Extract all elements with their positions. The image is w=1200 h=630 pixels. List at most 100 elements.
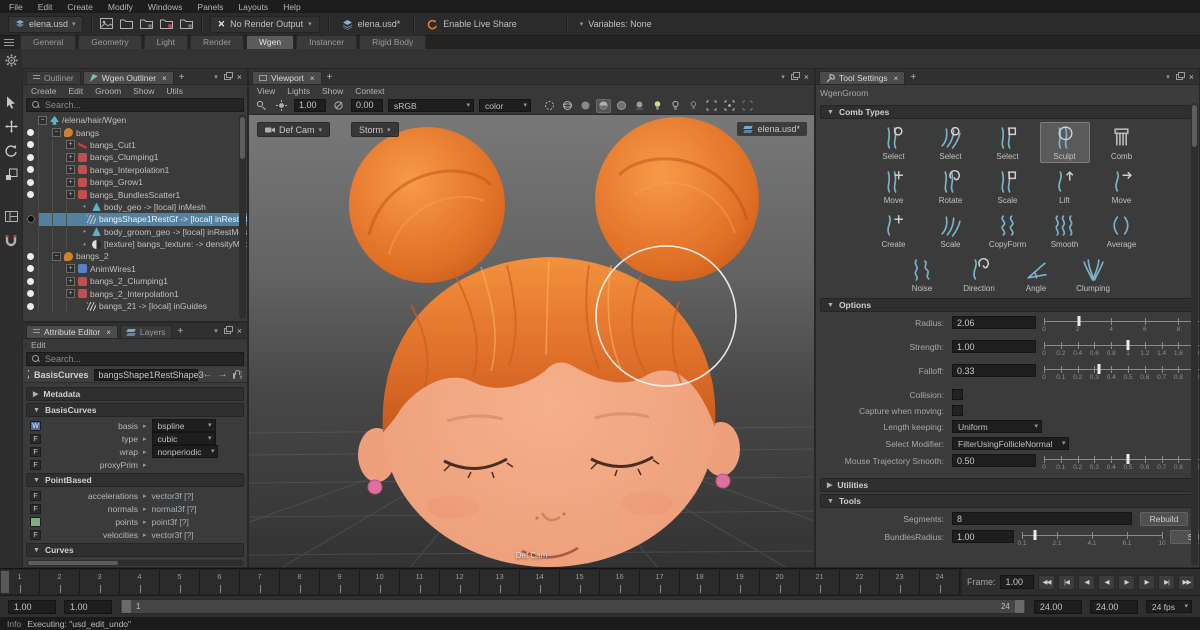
timeline-frame-16[interactable]: 16 bbox=[600, 570, 640, 594]
add-tab-button[interactable]: + bbox=[324, 72, 336, 83]
timeline-frame-22[interactable]: 22 bbox=[840, 570, 880, 594]
option-dropdown[interactable]: Uniform bbox=[952, 420, 1042, 433]
enable-live-share-button[interactable]: Enable Live Share bbox=[422, 16, 522, 33]
animation-start-field[interactable]: 1.00 bbox=[64, 600, 112, 614]
expand-arrow-icon[interactable]: ▸ bbox=[143, 448, 147, 456]
frame-selection-icon[interactable] bbox=[704, 99, 719, 113]
outliner-menu-create[interactable]: Create bbox=[31, 86, 57, 96]
slider-handle[interactable] bbox=[1077, 316, 1080, 326]
tree-item-bangs_BundlesScatter1[interactable]: +bangs_BundlesScatter1 bbox=[23, 188, 247, 200]
expand-icon[interactable]: + bbox=[66, 289, 75, 298]
tree-item-bangs[interactable]: −bangs bbox=[23, 126, 247, 138]
exposure-field[interactable]: 1.00 bbox=[294, 99, 326, 112]
play-backwards-button[interactable]: ◀ bbox=[1078, 575, 1095, 590]
timeline-frame-8[interactable]: 8 bbox=[280, 570, 320, 594]
tool-average-button[interactable]: Average bbox=[1097, 210, 1147, 251]
add-tab-button[interactable]: + bbox=[174, 326, 186, 337]
tool-copyform-button[interactable]: CopyForm bbox=[983, 210, 1033, 251]
range-start-handle[interactable] bbox=[122, 600, 131, 613]
collapse-icon[interactable]: − bbox=[52, 128, 61, 137]
tree-item-bangs_Interpolation1[interactable]: +bangs_Interpolation1 bbox=[23, 164, 247, 176]
shelf-tab-light[interactable]: Light bbox=[144, 35, 188, 49]
tool-scale-button[interactable]: Scale bbox=[926, 210, 976, 251]
playback-start-field[interactable]: 1.00 bbox=[8, 600, 56, 614]
bundles-radius-slider[interactable]: 0.12.14.16.110 bbox=[1022, 530, 1162, 550]
timeline-frame-12[interactable]: 12 bbox=[440, 570, 480, 594]
go-to-start-button[interactable]: ◀◀ bbox=[1038, 575, 1055, 590]
menu-item-file[interactable]: File bbox=[9, 2, 23, 12]
tool-select-button[interactable]: Select bbox=[869, 122, 919, 163]
current-frame-field[interactable]: 1.00 bbox=[1000, 575, 1034, 589]
camera-selector-button[interactable]: Def Cam ▾ bbox=[257, 122, 330, 137]
timeline-frame-4[interactable]: 4 bbox=[120, 570, 160, 594]
timeline-frame-5[interactable]: 5 bbox=[160, 570, 200, 594]
add-tab-button[interactable]: + bbox=[176, 72, 188, 83]
outliner-search-input[interactable]: Search... bbox=[26, 98, 244, 112]
stage-badge[interactable]: elena.usd* bbox=[337, 16, 406, 33]
tree-item-body_geo[interactable]: •body_geo -> [local] inMesh bbox=[23, 201, 247, 213]
panel-menu-icon[interactable]: ▾ bbox=[214, 73, 218, 81]
close-panel-icon[interactable]: × bbox=[804, 72, 809, 82]
shelf-tab-general[interactable]: General bbox=[20, 35, 76, 49]
expand-icon[interactable]: + bbox=[66, 277, 75, 286]
tool-move-button[interactable]: Move bbox=[869, 166, 919, 207]
option-slider[interactable]: 0246810 bbox=[1044, 316, 1199, 336]
range-end-handle[interactable] bbox=[1015, 600, 1024, 613]
close-panel-icon[interactable]: × bbox=[237, 72, 242, 82]
visibility-dot[interactable] bbox=[27, 265, 34, 272]
utilities-section-header[interactable]: ▶ Utilities bbox=[820, 478, 1195, 492]
rotate-tool-icon[interactable] bbox=[4, 143, 19, 158]
outliner-menu-edit[interactable]: Edit bbox=[69, 86, 84, 96]
timeline-frame-17[interactable]: 17 bbox=[640, 570, 680, 594]
info-icon[interactable]: i bbox=[240, 370, 242, 379]
option-checkbox[interactable] bbox=[952, 405, 963, 416]
select-tool-icon[interactable] bbox=[4, 95, 19, 110]
expand-icon[interactable]: + bbox=[66, 190, 75, 199]
expand-icon[interactable]: + bbox=[66, 264, 75, 273]
menu-edit[interactable]: Edit bbox=[31, 340, 46, 350]
timeline-frame-13[interactable]: 13 bbox=[480, 570, 520, 594]
textured-sphere-icon[interactable] bbox=[596, 99, 611, 113]
option-slider[interactable]: 00.20.40.60.811.21.41.61.82 bbox=[1044, 340, 1199, 360]
outliner-scrollbar[interactable] bbox=[239, 115, 246, 319]
lock-icon[interactable] bbox=[233, 373, 236, 379]
timeline-frame-1[interactable]: 1 bbox=[0, 570, 40, 594]
nav-back-icon[interactable]: ← bbox=[203, 369, 213, 380]
tab-attribute-editor[interactable]: Attribute Editor × bbox=[26, 325, 118, 338]
tool-scale-button[interactable]: Scale bbox=[983, 166, 1033, 207]
attribute-value-dropdown[interactable]: nonperiodic bbox=[152, 445, 219, 458]
option-value-field[interactable]: 2.06 bbox=[952, 316, 1036, 329]
option-value-field[interactable]: 0.33 bbox=[952, 364, 1036, 377]
snap-magnet-icon[interactable] bbox=[4, 233, 19, 248]
tool-select-button[interactable]: Select bbox=[983, 122, 1033, 163]
expand-arrow-icon[interactable]: ▸ bbox=[143, 531, 147, 539]
gamma-field[interactable]: 0.00 bbox=[351, 99, 383, 112]
tool-noise-button[interactable]: Noise bbox=[897, 254, 947, 295]
panel-menu-icon[interactable]: ▾ bbox=[781, 73, 785, 81]
segments-field[interactable]: 8 bbox=[952, 512, 1132, 525]
shadows-icon[interactable] bbox=[632, 99, 647, 113]
menu-item-create[interactable]: Create bbox=[67, 2, 93, 12]
tool-angle-button[interactable]: Angle bbox=[1011, 254, 1061, 295]
outliner-menu-utils[interactable]: Utils bbox=[166, 86, 183, 96]
tree-item-bangs_2_Clumping1[interactable]: +bangs_2_Clumping1 bbox=[23, 275, 247, 287]
move-tool-icon[interactable] bbox=[4, 119, 19, 134]
close-panel-icon[interactable]: × bbox=[1189, 72, 1194, 82]
expand-icon[interactable]: + bbox=[66, 153, 75, 162]
timeline-frame-15[interactable]: 15 bbox=[560, 570, 600, 594]
attribute-value-dropdown[interactable]: bspline bbox=[152, 419, 216, 432]
timeline-frame-11[interactable]: 11 bbox=[400, 570, 440, 594]
close-tab-icon[interactable]: × bbox=[106, 328, 111, 337]
visibility-dot[interactable] bbox=[27, 290, 34, 297]
option-value-field[interactable]: 0.50 bbox=[952, 454, 1036, 467]
option-slider[interactable]: 00.10.20.30.40.50.60.70.80.91 bbox=[1044, 454, 1199, 474]
viewport-canvas[interactable]: Def Cam ▾ Storm ▾ elena.usd* Def Cam bbox=[249, 115, 814, 567]
tools-section-header[interactable]: ▼ Tools bbox=[820, 494, 1195, 508]
viewport-menu-context[interactable]: Context bbox=[355, 86, 384, 96]
tool-rotate-button[interactable]: Rotate bbox=[926, 166, 976, 207]
section-curves-header[interactable]: ▼Curves bbox=[26, 543, 244, 557]
attribute-value-dropdown[interactable]: cubic bbox=[152, 432, 216, 445]
visibility-dot[interactable] bbox=[27, 179, 34, 186]
option-slider[interactable]: 00.10.20.30.40.50.60.70.80.91 bbox=[1044, 364, 1199, 384]
timeline-frame-14[interactable]: 14 bbox=[520, 570, 560, 594]
